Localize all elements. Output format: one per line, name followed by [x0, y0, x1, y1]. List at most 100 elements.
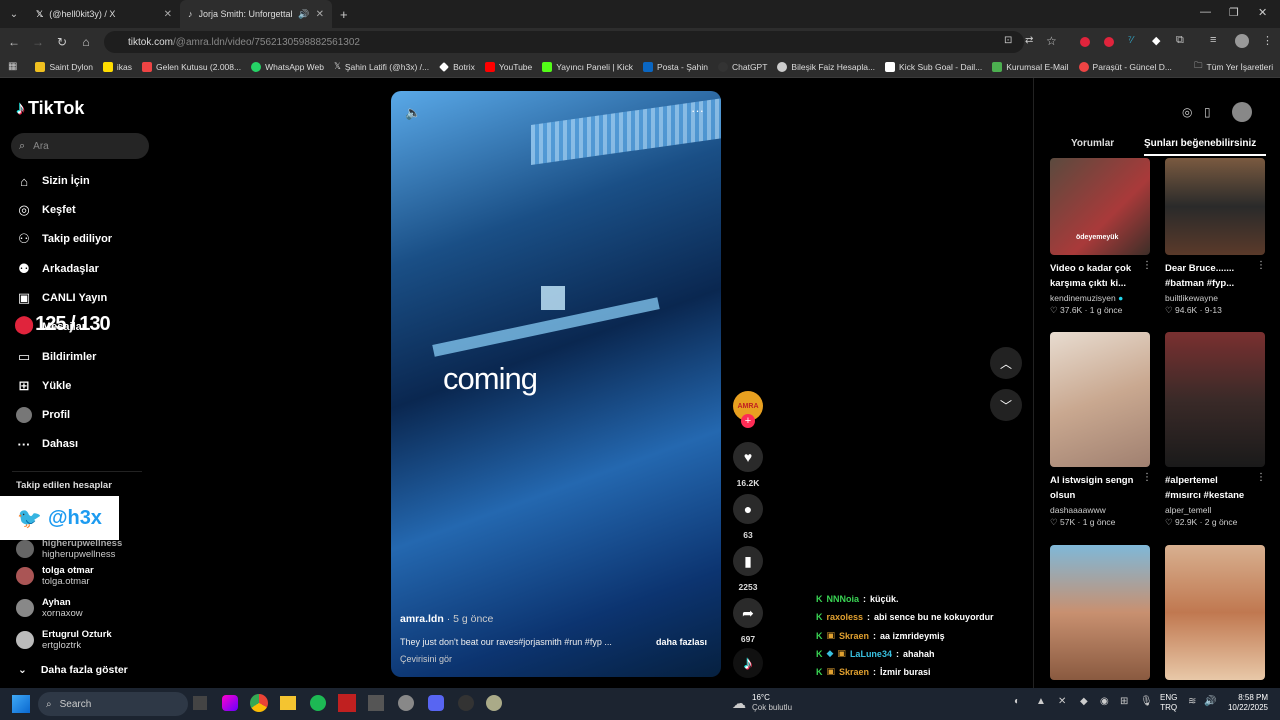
- microphone-icon[interactable]: 🎙: [1140, 696, 1153, 707]
- tray-icon[interactable]: ◉: [1100, 696, 1109, 707]
- clock[interactable]: 8:58 PM 10/22/2025: [1222, 693, 1268, 713]
- more-link[interactable]: daha fazlası: [656, 637, 707, 647]
- nav-for-you[interactable]: ⌂ Sizin İçin: [16, 173, 90, 189]
- extension-icon[interactable]: [1104, 37, 1114, 47]
- profile-avatar[interactable]: [1235, 34, 1249, 48]
- close-tab-icon[interactable]: ✕: [316, 9, 324, 20]
- bookmark-item[interactable]: Bileşik Faiz Hesapla...: [777, 61, 875, 72]
- comment-button[interactable]: ● 63: [733, 494, 763, 540]
- apps-grid-icon[interactable]: ▦: [8, 61, 17, 72]
- windows-start-icon[interactable]: [12, 695, 30, 713]
- tiktok-logo[interactable]: ♪ TikTok: [16, 98, 84, 119]
- bookmark-item[interactable]: ChatGPT: [717, 61, 767, 72]
- save-button[interactable]: ▮ 2253: [733, 546, 763, 592]
- tray-icon[interactable]: ✕: [1058, 696, 1066, 707]
- menu-icon[interactable]: ⋮: [1262, 34, 1273, 47]
- weather-widget[interactable]: 16°C Çok bulutlu: [752, 693, 792, 713]
- search-input[interactable]: ⌕ Ara: [11, 133, 149, 159]
- card-more-icon[interactable]: ⋮: [1142, 260, 1152, 271]
- install-icon[interactable]: ⊡: [1004, 35, 1012, 46]
- discord-icon[interactable]: [428, 695, 444, 711]
- task-view-icon[interactable]: [193, 696, 207, 710]
- obs-icon[interactable]: [458, 695, 474, 711]
- close-tab-icon[interactable]: ✕: [164, 9, 172, 20]
- tray-icon[interactable]: ◆: [1080, 696, 1088, 707]
- followed-account[interactable]: Ertugrul Ozturk ertgloztrk: [16, 629, 112, 651]
- bookmark-item[interactable]: Kurumsal E-Mail: [992, 61, 1069, 72]
- nav-live[interactable]: ▣ CANLI Yayın: [16, 290, 107, 306]
- forward-icon[interactable]: →: [26, 35, 50, 49]
- extension-icon[interactable]: [1080, 37, 1090, 47]
- speaker-icon[interactable]: 🔊: [298, 9, 309, 20]
- like-button[interactable]: ♥ 16.2K: [733, 442, 763, 488]
- copilot-icon[interactable]: [222, 695, 238, 711]
- suggested-video-card[interactable]: ödeyemeyük Video o kadar çok karşıma çıkt…: [1050, 158, 1150, 316]
- media-control-icon[interactable]: ≡: [1210, 34, 1216, 46]
- app-icon[interactable]: [368, 695, 384, 711]
- file-explorer-icon[interactable]: [280, 696, 296, 710]
- app-icon[interactable]: [398, 695, 414, 711]
- phone-icon[interactable]: ▯: [1204, 105, 1211, 119]
- followed-account[interactable]: higherupwellness higherupwellness: [16, 538, 122, 560]
- previous-video-button[interactable]: ︿: [990, 347, 1022, 379]
- language-indicator[interactable]: ENG TRQ: [1160, 693, 1177, 713]
- volume-icon[interactable]: 🔊: [1204, 696, 1216, 707]
- bookmark-item[interactable]: Parașüt - Güncel D...: [1078, 61, 1172, 72]
- tab-comments[interactable]: Yorumlar: [1071, 138, 1114, 149]
- bookmark-item[interactable]: Botrix: [439, 62, 475, 72]
- suggested-video-card[interactable]: Dear Bruce....... #batman #fyp... builtli…: [1165, 158, 1265, 316]
- video-player[interactable]: 🔈 ··· coming amra.ldn · 5 g önce They ju…: [391, 91, 721, 677]
- new-tab-button[interactable]: +: [340, 7, 348, 22]
- app-icon[interactable]: [338, 694, 356, 712]
- card-more-icon[interactable]: ⋮: [1256, 472, 1266, 483]
- followed-account[interactable]: Ayhan xornaxow: [16, 597, 83, 619]
- bookmark-item[interactable]: Kick Sub Goal - Dail...: [885, 61, 982, 72]
- bookmark-item[interactable]: Yayıncı Paneli | Kick: [542, 61, 633, 72]
- maximize-button[interactable]: ❐: [1229, 6, 1239, 19]
- extension-icon[interactable]: ◆: [1152, 34, 1160, 47]
- card-more-icon[interactable]: ⋮: [1142, 472, 1152, 483]
- followed-account[interactable]: tolga otmar tolga.otmar: [16, 565, 94, 587]
- translate-icon[interactable]: ⇄: [1025, 35, 1033, 46]
- translate-link[interactable]: Çevirisini gör: [400, 654, 452, 664]
- tray-icon[interactable]: ⊞: [1120, 696, 1128, 707]
- tab-list-button[interactable]: ⌄: [0, 9, 28, 20]
- tab-x[interactable]: 𝕏 (@hell0kit3y) / X ✕: [28, 0, 180, 28]
- card-more-icon[interactable]: ⋮: [1256, 260, 1266, 271]
- extensions-puzzle-icon[interactable]: ⧉: [1176, 34, 1184, 47]
- nav-explore[interactable]: ◎ Keşfet: [16, 202, 75, 218]
- taskbar-search[interactable]: ⌕ Search: [38, 692, 188, 716]
- bookmark-item[interactable]: Posta - Şahin: [642, 61, 708, 72]
- spotify-icon[interactable]: [310, 695, 326, 711]
- all-bookmarks[interactable]: 🗀 Tüm Yer İşaretleri: [1194, 60, 1273, 74]
- volume-icon[interactable]: 🔈: [405, 105, 421, 121]
- share-button[interactable]: ➦ 697: [733, 598, 763, 644]
- nav-profile[interactable]: Profil: [16, 407, 70, 423]
- tab-tiktok[interactable]: ♪ Jorja Smith: Unforgettable 🔊 ✕: [180, 0, 332, 28]
- video-thumbnail[interactable]: [1165, 545, 1265, 680]
- reload-icon[interactable]: ↻: [50, 35, 74, 49]
- home-icon[interactable]: ⌂: [74, 35, 98, 49]
- bookmark-item[interactable]: WhatsApp Web: [251, 61, 324, 72]
- close-window-button[interactable]: ✕: [1258, 6, 1267, 19]
- bookmark-item[interactable]: 𝕏 Şahin Latifi (@h3x) /...: [334, 61, 429, 72]
- url-field[interactable]: tiktok.com/@amra.ldn/video/7562130598882…: [104, 31, 1024, 53]
- extension-icon[interactable]: ⁷⁄: [1128, 35, 1133, 46]
- nav-following[interactable]: ⚇ Takip ediliyor: [16, 231, 112, 247]
- chrome-icon[interactable]: [250, 694, 268, 712]
- compass-icon[interactable]: ◎: [1182, 105, 1192, 119]
- show-more-button[interactable]: ⌄ Daha fazla göster: [18, 664, 128, 676]
- music-disc-icon[interactable]: ♪: [733, 648, 763, 678]
- app-icon[interactable]: [486, 695, 502, 711]
- nav-notifications[interactable]: ▭ Bildirimler: [16, 349, 97, 365]
- next-video-button[interactable]: ﹀: [990, 389, 1022, 421]
- nav-friends[interactable]: ⚉ Arkadaşlar: [16, 261, 99, 277]
- tray-icon[interactable]: ▲: [1036, 696, 1046, 707]
- more-options-icon[interactable]: ···: [691, 103, 704, 118]
- profile-avatar[interactable]: [1232, 102, 1252, 122]
- wifi-icon[interactable]: ≋: [1188, 696, 1196, 707]
- suggested-video-card[interactable]: Al istwsigin sengn olsun dashaaaawww ♡ 57…: [1050, 332, 1150, 528]
- follow-plus-icon[interactable]: +: [741, 414, 755, 428]
- video-thumbnail[interactable]: [1050, 545, 1150, 680]
- minimize-button[interactable]: —: [1200, 6, 1211, 18]
